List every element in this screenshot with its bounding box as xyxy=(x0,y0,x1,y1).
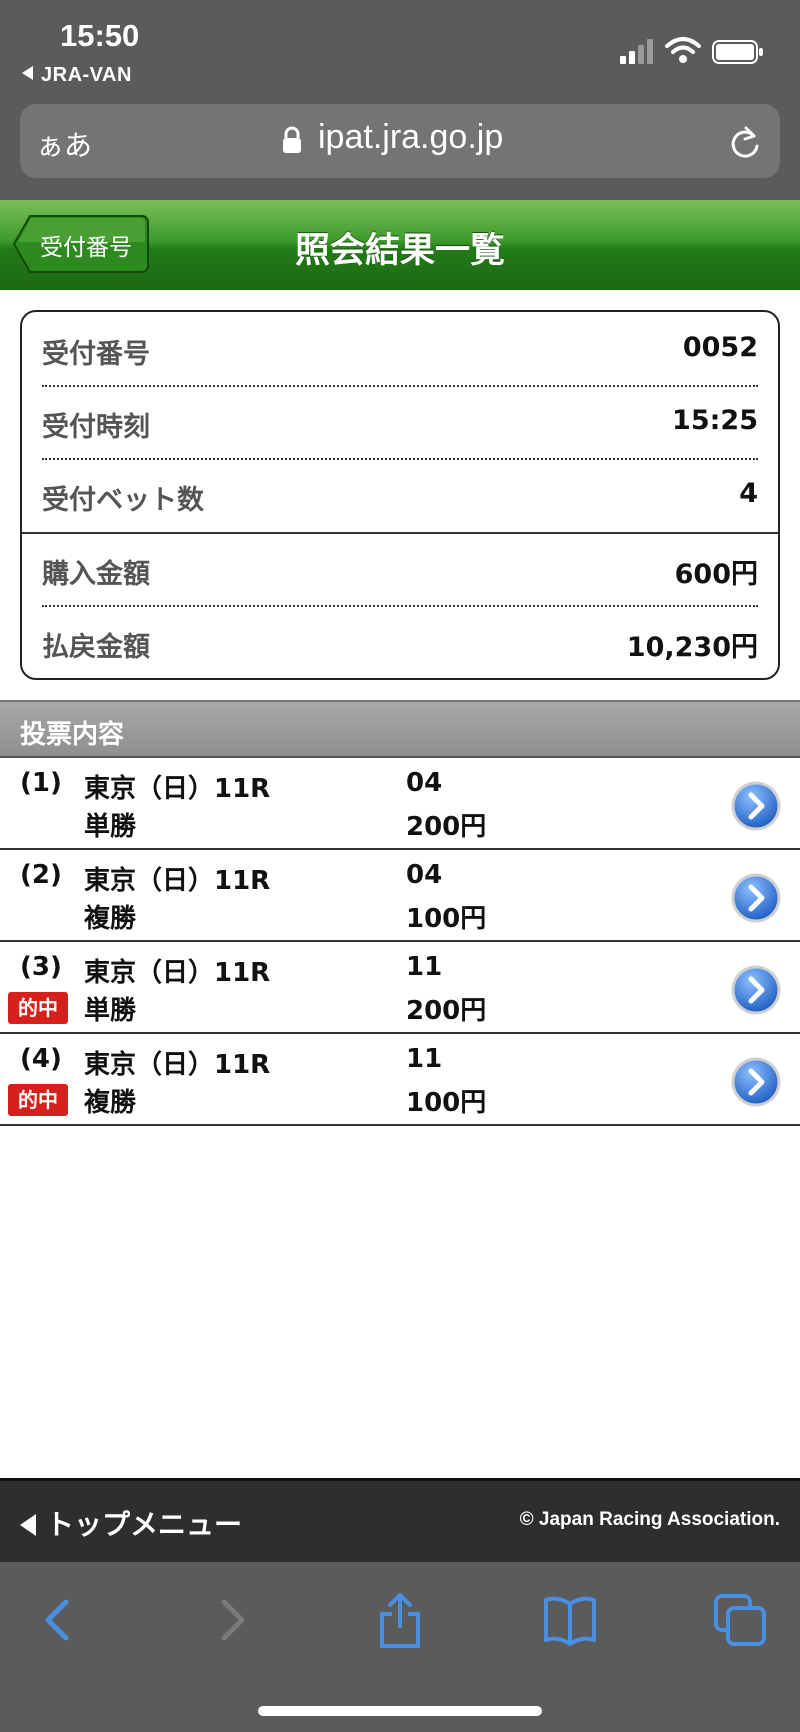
summary-row-receipt-time: 受付時刻 15:25 xyxy=(42,385,758,458)
ticket-row[interactable]: (3) 的中 東京（日）11R 単勝 11 200円 xyxy=(0,942,800,1034)
summary-label: 受付ベット数 xyxy=(42,485,204,516)
summary-label: 払戻金額 xyxy=(42,632,150,663)
text-size-button[interactable]: ぁあ xyxy=(36,124,92,164)
ticket-amount: 200円 xyxy=(406,812,487,842)
ticket-bet-type: 単勝 xyxy=(84,812,137,842)
back-app-label: JRA-VAN xyxy=(41,64,132,86)
back-triangle-icon xyxy=(20,1514,36,1536)
copyright-text: © Japan Racing Association. xyxy=(519,1509,780,1530)
ticket-amount: 200円 xyxy=(406,996,487,1026)
chevron-right-icon[interactable] xyxy=(730,872,782,924)
ticket-horse-number: 04 xyxy=(406,768,443,798)
url-text[interactable]: ipat.jra.go.jp xyxy=(318,118,503,157)
ticket-bet-type: 複勝 xyxy=(84,904,137,934)
ticket-bet-type: 単勝 xyxy=(84,996,137,1026)
chevron-right-icon[interactable] xyxy=(730,780,782,832)
chevron-right-icon[interactable] xyxy=(730,964,782,1016)
site-footer: トップメニュー © Japan Racing Association. xyxy=(0,1478,800,1562)
summary-label: 購入金額 xyxy=(42,559,150,590)
browser-chrome: 15:50 JRA-VAN ぁあ ipat.jra.go.jp xyxy=(0,0,800,200)
ticket-amount: 100円 xyxy=(406,904,487,934)
back-arrow-icon[interactable] xyxy=(30,1590,90,1650)
ticket-bet-type: 複勝 xyxy=(84,1088,137,1118)
summary-value: 15:25 xyxy=(672,405,758,436)
ticket-race: 東京（日）11R xyxy=(84,1050,271,1080)
ticket-number: (2) xyxy=(20,860,62,890)
ticket-race: 東京（日）11R xyxy=(84,866,271,896)
home-indicator xyxy=(258,1706,542,1716)
summary-row-purchase-amount: 購入金額 600円 xyxy=(42,532,758,605)
app-header: 受付番号 照会結果一覧 xyxy=(0,200,800,290)
battery-icon xyxy=(712,40,763,64)
ticket-race: 東京（日）11R xyxy=(84,958,271,988)
summary-label: 受付番号 xyxy=(42,339,150,370)
summary-row-bet-count: 受付ベット数 4 xyxy=(42,458,758,531)
top-menu-label: トップメニュー xyxy=(46,1508,243,1541)
lock-icon xyxy=(283,126,301,153)
back-triangle-icon xyxy=(22,66,33,80)
ticket-number: (1) xyxy=(20,768,62,798)
section-header: 投票内容 xyxy=(0,700,800,758)
wifi-icon xyxy=(665,37,701,63)
address-bar[interactable]: ぁあ ipat.jra.go.jp xyxy=(20,104,780,178)
bookmarks-icon[interactable] xyxy=(540,1590,600,1650)
summary-card: 受付番号 0052 受付時刻 15:25 受付ベット数 4 購入金額 600円 … xyxy=(20,310,780,680)
summary-value: 0052 xyxy=(682,332,758,363)
ticket-horse-number: 11 xyxy=(406,952,443,982)
share-icon[interactable] xyxy=(370,1590,430,1650)
ticket-horse-number: 11 xyxy=(406,1044,443,1074)
ticket-row[interactable]: (2) 東京（日）11R 複勝 04 100円 xyxy=(0,850,800,942)
summary-row-payout-amount: 払戻金額 10,230円 xyxy=(42,605,758,678)
forward-arrow-icon[interactable] xyxy=(200,1590,260,1650)
hit-badge: 的中 xyxy=(8,1084,68,1116)
browser-toolbar xyxy=(0,1562,800,1732)
status-time: 15:50 xyxy=(60,18,140,53)
summary-row-receipt-number: 受付番号 0052 xyxy=(42,312,758,385)
summary-label: 受付時刻 xyxy=(42,412,150,443)
summary-value: 4 xyxy=(739,478,758,509)
ticket-list: (1) 東京（日）11R 単勝 04 200円 (2) 東京（日）11R 複勝 … xyxy=(0,758,800,1126)
ticket-number: (4) xyxy=(20,1044,62,1074)
ticket-horse-number: 04 xyxy=(406,860,443,890)
page-title: 照会結果一覧 xyxy=(294,231,505,271)
ticket-number: (3) xyxy=(20,952,62,982)
section-title: 投票内容 xyxy=(20,720,125,750)
ticket-row[interactable]: (1) 東京（日）11R 単勝 04 200円 xyxy=(0,758,800,850)
ticket-row[interactable]: (4) 的中 東京（日）11R 複勝 11 100円 xyxy=(0,1034,800,1126)
summary-value: 600円 xyxy=(674,559,758,590)
summary-value: 10,230円 xyxy=(626,632,758,663)
back-to-app-link[interactable]: JRA-VAN xyxy=(22,64,132,87)
reload-icon[interactable] xyxy=(728,124,762,160)
top-menu-link[interactable]: トップメニュー xyxy=(20,1503,242,1543)
ticket-race: 東京（日）11R xyxy=(84,774,271,804)
ticket-amount: 100円 xyxy=(406,1088,487,1118)
hit-badge: 的中 xyxy=(8,992,68,1024)
tabs-icon[interactable] xyxy=(710,1590,770,1650)
chevron-right-icon[interactable] xyxy=(730,1056,782,1108)
cellular-signal-icon xyxy=(620,39,653,64)
